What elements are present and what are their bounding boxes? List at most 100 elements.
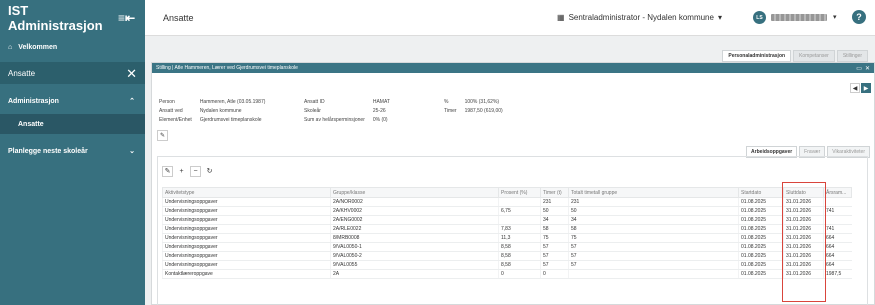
info-value: 0% (0) xyxy=(372,117,388,123)
tab-personaladministrasjon[interactable]: Personaladministrasjon xyxy=(722,50,792,62)
sidebar-item-ansatte[interactable]: Ansatte xyxy=(0,114,145,134)
sidebar-section-administrasjon[interactable]: Administrasjon ⌃ xyxy=(0,90,145,112)
table-cell: 50 xyxy=(540,206,569,216)
column-header[interactable]: Totalt timetall gruppe xyxy=(568,187,739,198)
info-label: Timer xyxy=(444,108,457,114)
refresh-icon[interactable]: ↻ xyxy=(204,166,215,177)
table-cell: 31.01.2026 xyxy=(783,215,824,225)
info-label: Ansatt ID xyxy=(304,99,325,105)
column-header[interactable]: Gruppe/klasse xyxy=(330,187,499,198)
column-header[interactable]: Startdato xyxy=(738,187,784,198)
table-cell: 01.08.2025 xyxy=(738,224,784,234)
table-cell: 8,58 xyxy=(498,251,541,261)
table-cell: Undervisningsoppgaver xyxy=(162,224,331,234)
chevron-up-icon: ⌃ xyxy=(129,98,135,105)
tasks-table-container: ✎ + − ↻ Aktivitetstype Gruppe/klasse Pro… xyxy=(157,156,868,305)
table-cell: 01.08.2025 xyxy=(738,242,784,252)
module-tabs: Personaladministrasjon Kompetanser Still… xyxy=(722,50,868,62)
table-cell: 2A/KHV0002 xyxy=(330,206,499,216)
app-title: IST Administrasjon xyxy=(8,3,103,33)
tab-kompetanser[interactable]: Kompetanser xyxy=(793,50,835,62)
info-label: Person xyxy=(159,99,175,105)
table-cell xyxy=(823,197,852,207)
brand: IST Administrasjon ≡⇤ xyxy=(0,0,145,36)
info-label: Ansatt ved xyxy=(159,108,183,114)
chevron-down-icon[interactable]: ▾ xyxy=(833,13,837,21)
panel-header: Stilling | Atle Hammeren, Lærer ved Gjer… xyxy=(152,63,874,73)
column-header[interactable]: Aktivitetstype xyxy=(162,187,331,198)
home-icon: ⌂ xyxy=(8,43,13,51)
info-label: % xyxy=(444,99,449,105)
minimize-icon[interactable]: ▭ xyxy=(856,65,862,72)
table-cell: 741 xyxy=(823,206,852,216)
info-value: 25-26 xyxy=(372,108,386,114)
table-cell: 01.08.2025 xyxy=(738,251,784,261)
table-cell: 31.01.2026 xyxy=(783,242,824,252)
table-cell: 2A xyxy=(330,269,499,279)
table-row[interactable]: Undervisningsoppgaver 2A/KHV0002 6,75 50 50 0… xyxy=(162,206,852,216)
info-value: Gjerdrumsvei timeplanskole xyxy=(199,117,262,123)
table-cell: 31.01.2026 xyxy=(783,197,824,207)
table-cell: 75 xyxy=(568,233,739,243)
remove-icon[interactable]: − xyxy=(190,165,201,177)
user-name-redacted[interactable] xyxy=(771,14,827,21)
previous-icon[interactable]: ◀ xyxy=(850,83,860,93)
info-value: 1987,50 (619,00) xyxy=(464,108,503,114)
sidebar-section-planlegge[interactable]: Planlegge neste skoleår ⌄ xyxy=(0,140,145,162)
edit-icon[interactable]: ✎ xyxy=(162,165,173,177)
table-cell: 01.08.2025 xyxy=(738,269,784,279)
table-cell: Undervisningsoppgaver xyxy=(162,260,331,270)
info-person: Person Hammeren, Atle (03.05.1987) Ansatt… xyxy=(157,97,273,126)
table-row[interactable]: Undervisningsoppgaver 9/VAL0050-2 8,58 57 57… xyxy=(162,251,852,261)
column-header[interactable]: Årsram... xyxy=(823,187,852,198)
sidebar-item-home[interactable]: ⌂ Velkommen xyxy=(0,36,145,58)
tab-stillinger[interactable]: Stillinger xyxy=(836,50,868,62)
avatar[interactable]: LS xyxy=(753,11,766,24)
info-value: Nydalen kommune xyxy=(199,108,242,114)
help-icon[interactable]: ? xyxy=(852,10,866,24)
table-row[interactable]: Undervisningsoppgaver 2A/NOR0002 231 231 01.… xyxy=(162,197,852,207)
table-row[interactable]: Undervisningsoppgaver 2A/RLE0022 7,83 58 58 0… xyxy=(162,224,852,234)
chevron-down-icon: ⌄ xyxy=(129,148,135,155)
table-row[interactable]: Undervisningsoppgaver 2A/ENG0002 34 34 01.08… xyxy=(162,215,852,225)
column-header[interactable]: Sluttdato xyxy=(783,187,824,198)
info-value: HAMAT xyxy=(372,99,390,105)
table-cell: 34 xyxy=(540,215,569,225)
sidebar-item-label: Velkommen xyxy=(18,43,58,51)
table-cell: Undervisningsoppgaver xyxy=(162,251,331,261)
table-cell: 664 xyxy=(823,260,852,270)
table-cell: Undervisningsoppgaver xyxy=(162,206,331,216)
table-cell: Kontaktlæreroppgave xyxy=(162,269,331,279)
table-cell: 8,58 xyxy=(498,242,541,252)
table-row[interactable]: Undervisningsoppgaver 8/MRB0008 11,3 75 75 01… xyxy=(162,233,852,243)
table-cell: 231 xyxy=(540,197,569,207)
org-selector[interactable]: ▦ Sentraladministrator - Nydalen kommune… xyxy=(557,13,722,22)
info-label: Sum av helårsperminsjoner xyxy=(304,117,365,123)
edit-icon[interactable]: ✎ xyxy=(157,130,168,141)
collapse-menu-icon[interactable]: ≡⇤ xyxy=(118,11,135,25)
info-percentage: % 100% (31,62%) Timer 1987,50 (619,00) xyxy=(442,97,511,117)
table-cell: 1987,5 xyxy=(823,269,852,279)
table-cell: 57 xyxy=(568,251,739,261)
column-header[interactable]: Timer (t) xyxy=(540,187,569,198)
table-row[interactable]: Undervisningsoppgaver 9/VAL0050-1 8,58 57 57… xyxy=(162,242,852,252)
table-row[interactable]: Undervisningsoppgaver 9/VAL0055 8,58 57 57 01… xyxy=(162,260,852,270)
info-value: 100% (31,62%) xyxy=(464,99,500,105)
sidebar-search-active[interactable]: Ansatte ✕ xyxy=(0,62,145,84)
info-value: Hammeren, Atle (03.05.1987) xyxy=(199,99,266,105)
table-cell: 9/VAL0050-2 xyxy=(330,251,499,261)
column-header[interactable]: Prosent (%) xyxy=(498,187,541,198)
add-icon[interactable]: + xyxy=(176,166,187,177)
sidebar-active-label: Ansatte xyxy=(8,68,36,78)
table-row[interactable]: Kontaktlæreroppgave 2A 0 0 01.08.2025 31.01.2… xyxy=(162,269,852,279)
table-cell: 31.01.2026 xyxy=(783,206,824,216)
next-icon[interactable]: ▶ xyxy=(861,83,871,93)
table-cell: 01.08.2025 xyxy=(738,197,784,207)
close-icon[interactable]: ✕ xyxy=(865,65,870,72)
table-cell: 2A/ENG0002 xyxy=(330,215,499,225)
table-cell xyxy=(823,215,852,225)
record-nav: ◀ ▶ xyxy=(850,83,871,93)
close-icon[interactable]: ✕ xyxy=(126,67,137,80)
table-cell xyxy=(498,197,541,207)
table-cell: 31.01.2026 xyxy=(783,260,824,270)
